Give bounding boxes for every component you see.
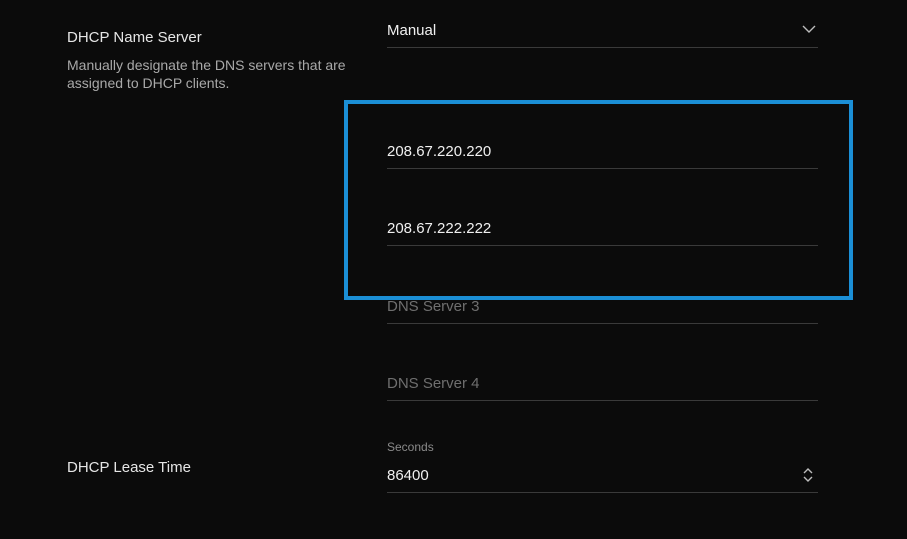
dns-server-3-input[interactable]: DNS Server 3: [387, 294, 818, 324]
dns-server-2-input[interactable]: 208.67.222.222: [387, 216, 818, 246]
lease-time-value: 86400: [387, 467, 429, 484]
dns-server-4-input[interactable]: DNS Server 4: [387, 371, 818, 401]
dns-server-3-placeholder: DNS Server 3: [387, 298, 480, 315]
lease-time-input[interactable]: 86400: [387, 463, 818, 493]
chevron-down-icon: [802, 25, 816, 33]
lease-time-unit-label: Seconds: [387, 440, 434, 454]
dns-server-1-input[interactable]: 208.67.220.220: [387, 139, 818, 169]
mode-selected-value: Manual: [387, 22, 437, 39]
highlight-box: [344, 100, 853, 300]
stepper-icon[interactable]: [802, 465, 814, 485]
dhcp-name-server-description: Manually designate the DNS servers that …: [67, 57, 346, 91]
dhcp-name-server-mode-select[interactable]: Manual: [387, 18, 818, 48]
dhcp-lease-time-label: DHCP Lease Time: [67, 459, 191, 476]
dns-server-4-placeholder: DNS Server 4: [387, 375, 480, 392]
dhcp-name-server-label: DHCP Name Server: [67, 29, 202, 46]
dns-server-2-value: 208.67.222.222: [387, 220, 492, 237]
dns-server-1-value: 208.67.220.220: [387, 143, 492, 160]
